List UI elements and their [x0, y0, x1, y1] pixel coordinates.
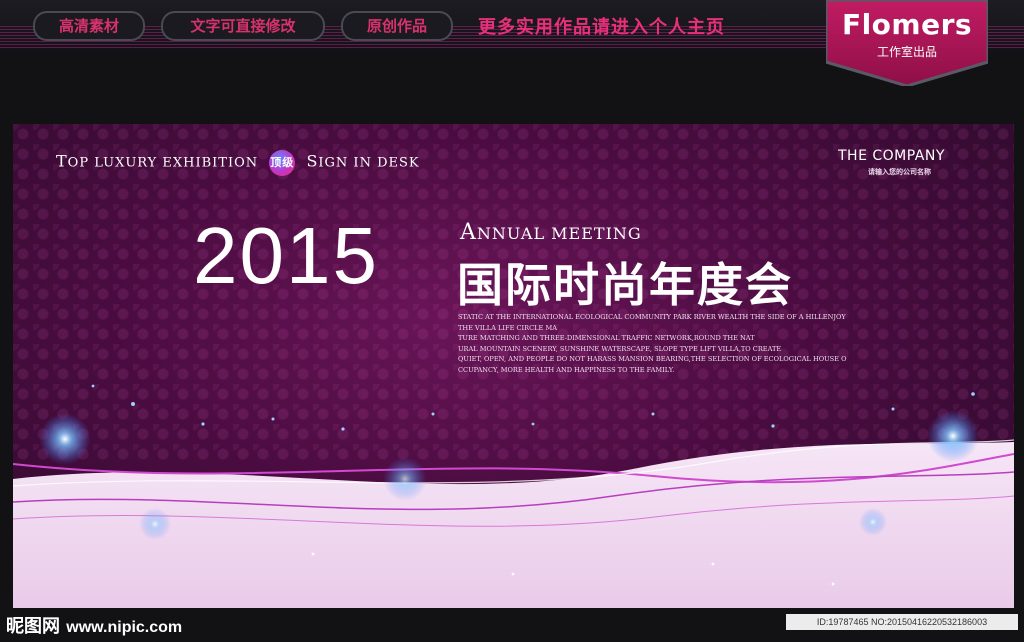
- company-name: THE COMPANY: [838, 148, 945, 164]
- description-line: QUIET, OPEN, AND PEOPLE DO NOT HARASS MA…: [458, 355, 847, 363]
- annual-meeting-heading: ANNUAL MEETING: [460, 220, 642, 245]
- year-heading: 2015: [193, 211, 379, 300]
- flomers-badge: Flomers 工作室出品: [826, 0, 988, 86]
- description-line: STATIC AT THE INTERNATIONAL ECOLOGICAL C…: [458, 313, 846, 321]
- description-line: URAL MOUNTAIN SCENERY, SUNSHINE WATERSCA…: [458, 344, 782, 353]
- image-id-watermark: ID:19787465 NO:20150416220532186003: [786, 614, 1018, 630]
- nipic-watermark: 昵图网 www.nipic.com: [6, 612, 182, 638]
- tag-editable-text: 文字可直接修改: [161, 11, 325, 41]
- top-luxury-tagline: TOP LUXURY EXHIBITION 顶级 SIGN IN DESK: [56, 150, 420, 176]
- tagline-part-1: OP LUXURY EXHIBITION: [67, 155, 259, 171]
- tag-original-work: 原创作品: [341, 11, 453, 41]
- top-seal-badge: 顶级: [269, 150, 296, 176]
- description-line: THE VILLA LIFE CIRCLE MA: [458, 323, 557, 332]
- badge-brand: Flomers: [841, 8, 973, 41]
- annual-rest: NNUAL: [476, 224, 546, 243]
- company-subtitle: 请输入您的公司名称: [868, 168, 931, 176]
- description-line: TURE MATCHING AND THREE-DIMENSIONAL TRAF…: [458, 334, 755, 342]
- description-text: STATIC AT THE INTERNATIONAL ECOLOGICAL C…: [458, 312, 848, 375]
- annual-cap: A: [460, 220, 477, 245]
- tagline-cap-2: S: [306, 151, 319, 171]
- description-line: CCUPANCY, MORE HEALTH AND HAPPINESS TO T…: [458, 365, 675, 374]
- tag-hd-material: 高清素材: [33, 11, 145, 41]
- tagline-cap-1: T: [56, 151, 68, 171]
- tagline-part-2: IGN IN DESK: [318, 155, 420, 171]
- watermark-url: www.nipic.com: [66, 619, 183, 636]
- chinese-title: 国际时尚年度会: [457, 258, 793, 312]
- annual-meeting-banner: TOP LUXURY EXHIBITION 顶级 SIGN IN DESK TH…: [13, 124, 1014, 608]
- badge-subtitle: 工作室出品: [876, 45, 937, 59]
- promo-text[interactable]: 更多实用作品请进入个人主页: [478, 13, 725, 39]
- watermark-cn: 昵图网: [6, 616, 60, 637]
- meeting-word: MEETING: [551, 224, 642, 243]
